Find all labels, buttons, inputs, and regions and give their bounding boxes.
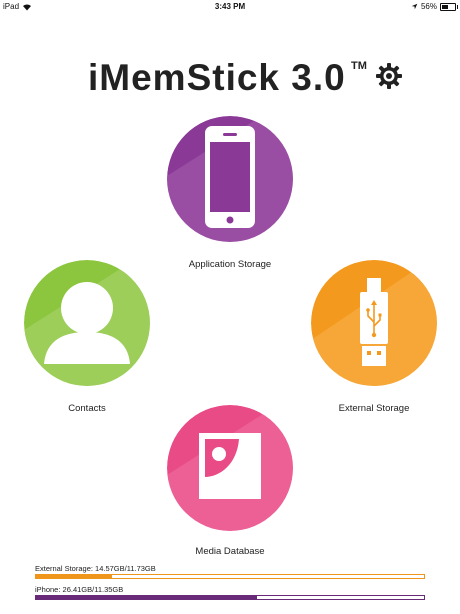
iphone-storage-progress-fill <box>36 596 258 599</box>
iphone-storage-usage-label: iPhone: 26.41GB/11.35GB <box>35 585 124 594</box>
application-storage-button[interactable] <box>167 116 293 242</box>
external-storage-progress-bar <box>35 574 425 579</box>
external-storage-label: External Storage <box>338 403 410 414</box>
external-storage-progress-fill <box>36 575 112 578</box>
contacts-button[interactable] <box>24 260 150 386</box>
gear-icon[interactable] <box>375 62 403 90</box>
app-title: iMemStick 3.0 <box>88 57 346 98</box>
contacts-label: Contacts <box>68 403 106 414</box>
battery-level <box>442 4 448 9</box>
person-icon <box>24 260 150 386</box>
external-storage-button[interactable] <box>311 260 437 386</box>
clock: 3:43 PM <box>214 2 246 11</box>
iphone-storage-progress-bar <box>35 595 425 600</box>
media-database-button[interactable] <box>167 405 293 531</box>
location-arrow-icon <box>411 3 418 10</box>
external-storage-usage: External Storage: 14.57GB/11.73GB <box>35 564 425 579</box>
trademark: TM <box>351 60 367 72</box>
iphone-storage-usage: iPhone: 26.41GB/11.35GB <box>35 585 425 600</box>
phone-icon <box>167 116 293 242</box>
battery-percent: 56% <box>420 2 437 11</box>
status-right: 56% <box>411 2 458 11</box>
external-storage-usage-label: External Storage: 14.57GB/11.73GB <box>35 564 156 573</box>
header: iMemStick 3.0 TM <box>0 58 460 102</box>
application-storage-label: Application Storage <box>188 259 272 270</box>
battery-icon <box>440 2 458 11</box>
status-bar: iPad 3:43 PM 56% <box>0 0 460 14</box>
usb-drive-icon <box>311 260 437 386</box>
picture-icon <box>167 405 293 531</box>
media-database-label: Media Database <box>195 546 265 557</box>
